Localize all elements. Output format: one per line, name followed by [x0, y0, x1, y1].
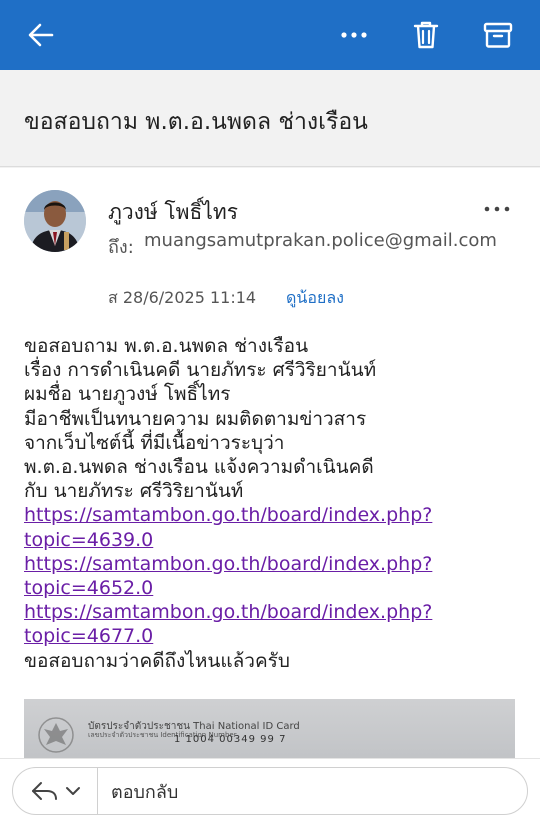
garuda-emblem-icon: [38, 717, 74, 753]
body-line: มีอาชีพเป็นทนายความ ผมติดตามข่าวสาร: [24, 407, 367, 430]
sent-date: ส 28/6/2025 11:14: [108, 288, 257, 307]
arrow-left-icon: [28, 23, 54, 47]
link-text-part2: topic=4639.0: [24, 528, 154, 551]
sender-name: ภูวงษ์ โพธิ์ไทร: [108, 200, 239, 224]
reply-box: [12, 767, 528, 815]
link-text-part2: topic=4652.0: [24, 577, 154, 600]
archive-icon: [483, 22, 513, 48]
avatar[interactable]: [24, 190, 86, 252]
app-toolbar: [0, 0, 540, 70]
show-less-link[interactable]: ดูน้อยลง: [286, 286, 344, 311]
link-text-part1: https://samtambon.go.th/board/index.php?: [24, 552, 433, 575]
body-line: กับ นายภัทระ ศรีวิริยานันท์: [24, 480, 244, 503]
more-options-button[interactable]: [329, 10, 379, 60]
closing-line: ขอสอบถามว่าคดีถึงไหนแล้วครับ: [24, 649, 290, 672]
body-line: จากเว็บไซต์นี้ ที่มีเนื้อข่าวระบุว่า: [24, 431, 285, 454]
link-text-part2: topic=4677.0: [24, 625, 154, 648]
sender-avatar-image: [24, 190, 86, 252]
back-button[interactable]: [16, 10, 66, 60]
body-line: พ.ต.อ.นพดล ช่างเรือน แจ้งความดำเนินคดี: [24, 456, 374, 479]
id-card-number: 1 1004 00349 99 7: [174, 734, 287, 745]
reply-options-button[interactable]: [29, 776, 85, 806]
reply-input[interactable]: [109, 778, 513, 806]
subject-bar: ขอสอบถาม พ.ต.อ.นพดล ช่างเรือน: [0, 70, 540, 167]
email-subject: ขอสอบถาม พ.ต.อ.นพดล ช่างเรือน: [24, 109, 368, 135]
body-line: ขอสอบถาม พ.ต.อ.นพดล ช่างเรือน: [24, 335, 309, 357]
to-label: ถึง:: [108, 237, 134, 258]
recipient-address[interactable]: muangsamutprakan.police@gmail.com: [144, 229, 504, 252]
message-card: ภูวงษ์ โพธิ์ไทร ถึง: muangsamutprakan.po…: [0, 168, 540, 758]
body-line: เรื่อง การดำเนินคดี นายภัทระ ศรีวิริยานั…: [24, 359, 377, 382]
message-body: ขอสอบถาม พ.ต.อ.นพดล ช่างเรือน เรื่อง การ…: [24, 334, 524, 673]
reply-icon: [32, 782, 80, 800]
link-text-part1: https://samtambon.go.th/board/index.php?: [24, 504, 433, 527]
trash-icon: [413, 21, 439, 49]
more-horizontal-icon: [341, 32, 367, 38]
link-text-part1: https://samtambon.go.th/board/index.php?: [24, 601, 433, 624]
link-topic-4677[interactable]: https://samtambon.go.th/board/index.php?…: [24, 600, 524, 648]
body-line: ผมชื่อ นายภูวงษ์ โพธิ์ไทร: [24, 383, 231, 406]
divider: [97, 768, 98, 814]
delete-button[interactable]: [401, 10, 451, 60]
message-more-button[interactable]: [478, 194, 518, 224]
reply-bar: [0, 758, 540, 828]
more-horizontal-icon: [484, 206, 510, 212]
link-topic-4652[interactable]: https://samtambon.go.th/board/index.php?…: [24, 552, 524, 600]
attachment-id-card-image[interactable]: บัตรประจำตัวประชาชน Thai National ID Car…: [24, 699, 515, 758]
archive-button[interactable]: [473, 10, 523, 60]
link-topic-4639[interactable]: https://samtambon.go.th/board/index.php?…: [24, 503, 524, 551]
